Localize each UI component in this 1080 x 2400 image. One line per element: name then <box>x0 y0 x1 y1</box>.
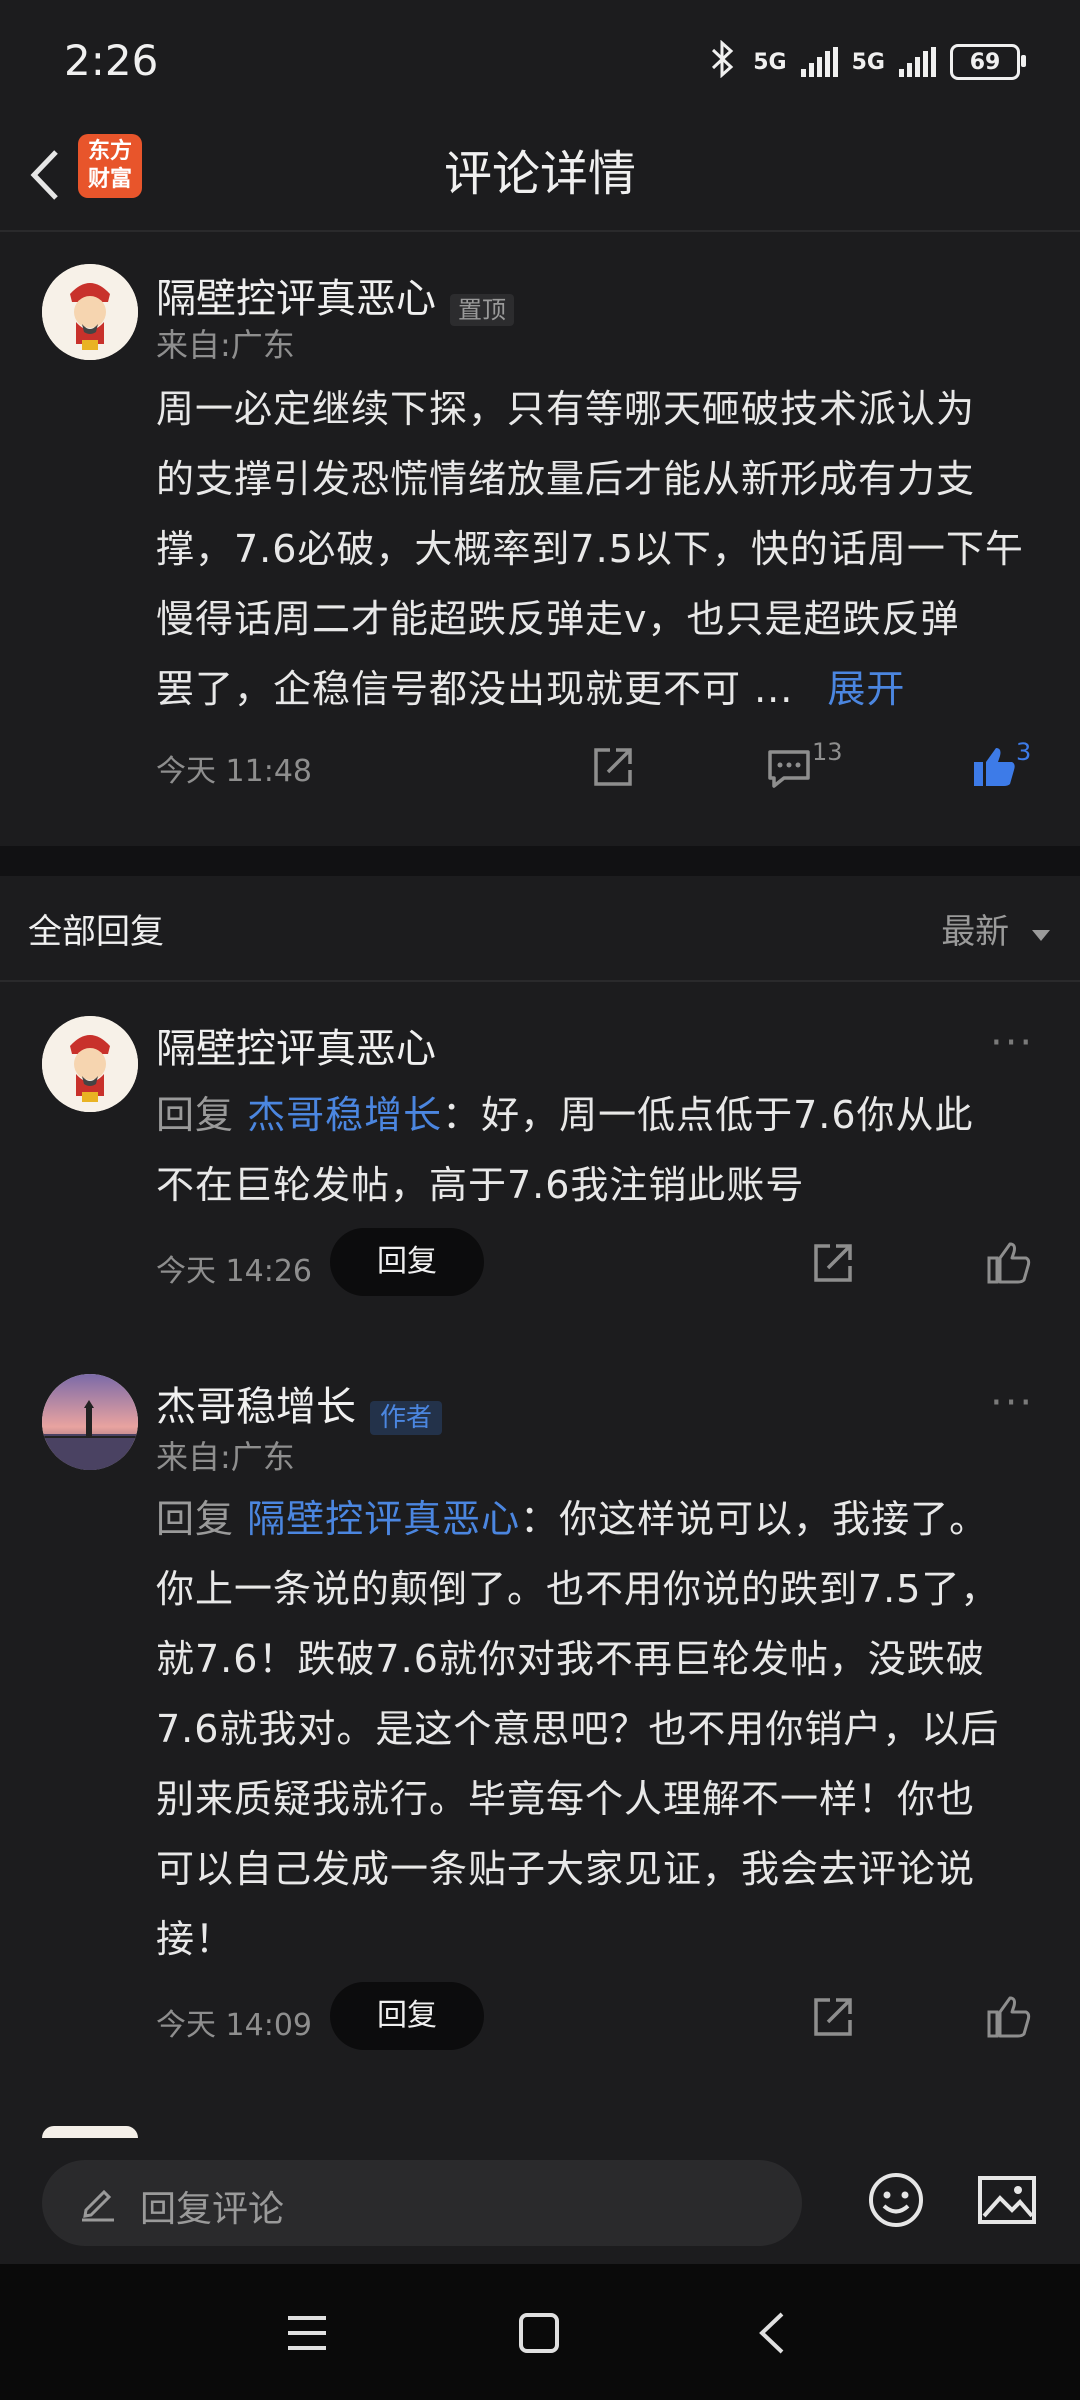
reply-input-placeholder[interactable]: 回复评论 <box>140 2180 284 2232</box>
bluetooth-icon <box>705 39 739 84</box>
avatar[interactable] <box>42 1016 138 1112</box>
share-button[interactable] <box>808 1992 858 2042</box>
author-badge: 作者 <box>370 1401 443 1435</box>
page-title: 评论详情 <box>443 146 636 202</box>
reply-button[interactable]: 回复 <box>330 1228 484 1296</box>
comment-count: 13 <box>812 738 843 766</box>
reply-time: 今天 14:09 <box>156 2008 312 2043</box>
battery-icon: 69 <box>950 44 1026 80</box>
status-icons: 5G 5G 69 <box>705 39 1026 84</box>
expand-link[interactable]: 展开 <box>827 667 905 711</box>
home-nav-button[interactable] <box>518 2312 560 2358</box>
image-button[interactable] <box>976 2172 1038 2228</box>
reply-button[interactable]: 回复 <box>330 1982 484 2050</box>
network-5g-label-2: 5G <box>851 49 885 75</box>
share-button[interactable] <box>588 742 638 792</box>
reply-header: 杰哥稳增长 作者 <box>156 1374 443 1435</box>
image-icon <box>978 2176 1036 2224</box>
network-5g-label: 5G <box>753 49 787 75</box>
username[interactable]: 隔壁控评真恶心 <box>156 1016 436 1074</box>
replies-title: 全部回复 <box>28 912 164 952</box>
emoji-icon <box>869 2173 923 2227</box>
reply-body[interactable]: 回复 隔壁控评真恶心：你这样说可以，我接了。 你上一条说的颠倒了。也不用你说的跌… <box>156 1484 1056 1974</box>
share-icon <box>594 748 632 786</box>
emoji-button[interactable] <box>866 2170 926 2230</box>
like-count: 3 <box>1016 738 1032 766</box>
username[interactable]: 隔壁控评真恶心 <box>156 276 436 322</box>
more-options-button[interactable]: ··· <box>990 1020 1034 1066</box>
status-time: 2:26 <box>64 36 159 85</box>
thumbs-up-icon <box>987 1242 1031 1284</box>
back-nav-button[interactable] <box>752 2310 794 2360</box>
caishen-avatar-icon <box>42 1016 138 1112</box>
lighthouse-sunset-avatar-icon <box>42 1374 138 1470</box>
like-button[interactable] <box>984 1238 1034 1288</box>
signal-icon <box>800 47 838 77</box>
location: 来自:广东 <box>156 326 295 364</box>
sort-dropdown[interactable]: 最新 <box>941 904 1052 953</box>
avatar[interactable] <box>42 264 138 360</box>
reply-time: 今天 14:26 <box>156 1254 312 1289</box>
comment-header: 隔壁控评真恶心 置顶 <box>156 266 514 326</box>
pencil-icon <box>76 2180 120 2224</box>
reply-body[interactable]: 回复 杰哥稳增长：好，周一低点低于7.6你从此 不在巨轮发帖，高于7.6我注销此… <box>156 1080 1056 1220</box>
comment-icon <box>768 750 810 788</box>
mention-link[interactable]: 杰哥稳增长 <box>247 1093 442 1137</box>
avatar-partial <box>42 2126 138 2138</box>
comment-button[interactable] <box>764 742 814 792</box>
back-triangle-icon <box>759 2312 784 2354</box>
caret-down-icon <box>1032 930 1050 941</box>
share-icon <box>814 1244 852 1282</box>
username[interactable]: 杰哥稳增长 <box>156 1384 356 1430</box>
divider <box>0 230 1080 232</box>
location: 来自:广东 <box>156 1438 295 1476</box>
mention-link[interactable]: 隔壁控评真恶心 <box>247 1497 520 1541</box>
caishen-avatar-icon <box>42 264 138 360</box>
share-icon <box>814 1998 852 2036</box>
comment-time: 今天 11:48 <box>156 754 312 789</box>
thumbs-up-filled-icon <box>974 748 1015 786</box>
share-button[interactable] <box>808 1238 858 1288</box>
avatar[interactable] <box>42 1374 138 1470</box>
pinned-badge: 置顶 <box>450 294 514 326</box>
section-divider <box>0 846 1080 876</box>
like-button[interactable] <box>970 742 1020 792</box>
signal-icon-2 <box>899 47 936 77</box>
menu-nav-button[interactable] <box>286 2312 328 2358</box>
thumbs-up-icon <box>987 1996 1031 2038</box>
comment-body[interactable]: 周一必定继续下探，只有等哪天砸破技术派认为 的支撑引发恐慌情绪放量后才能从新形成… <box>156 374 1056 724</box>
like-button[interactable] <box>984 1992 1034 2042</box>
home-square-icon <box>519 2313 559 2353</box>
menu-icon <box>288 2316 326 2350</box>
more-options-button[interactable]: ··· <box>990 1380 1034 1426</box>
